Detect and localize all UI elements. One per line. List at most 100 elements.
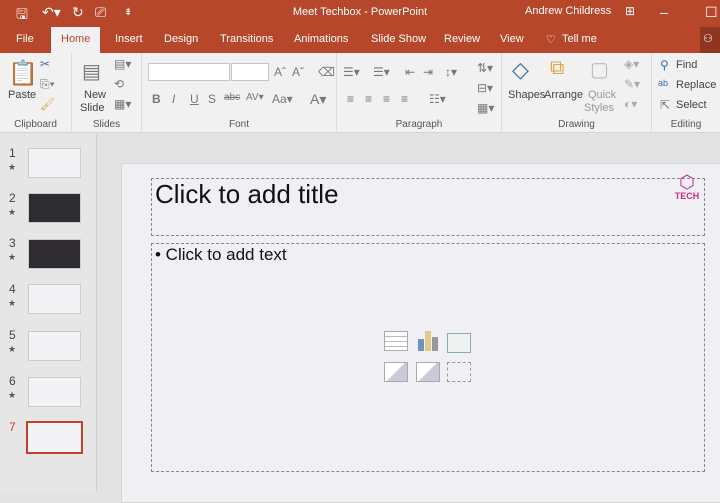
slides-label: Slides bbox=[92, 119, 121, 130]
italic-icon[interactable]: I bbox=[172, 92, 175, 106]
text-direction-icon[interactable]: ⇅▾ bbox=[477, 61, 493, 75]
slide-thumbnail-3[interactable] bbox=[28, 239, 81, 269]
quick-styles-icon[interactable]: ▢ bbox=[590, 57, 609, 82]
reset-icon[interactable]: ⟲ bbox=[114, 77, 124, 91]
title-placeholder[interactable]: Click to add title bbox=[151, 178, 705, 236]
paragraph-label: Paragraph bbox=[395, 119, 443, 130]
share-icon[interactable]: ⚇ bbox=[700, 27, 720, 53]
format-painter-icon[interactable]: 🖌 bbox=[40, 97, 55, 111]
shape-fill-icon[interactable]: ◈▾ bbox=[624, 57, 639, 71]
center-icon[interactable]: ≡ bbox=[365, 92, 372, 106]
change-case-icon[interactable]: Aa▾ bbox=[272, 92, 293, 106]
align-text-icon[interactable]: ⊟▾ bbox=[477, 81, 493, 95]
font-color-icon[interactable]: A▾ bbox=[310, 91, 326, 108]
user-name[interactable]: Andrew Childress bbox=[525, 5, 611, 17]
slide-thumbnail-2[interactable] bbox=[28, 193, 81, 223]
align-left-icon[interactable]: ≡ bbox=[347, 92, 354, 106]
tab-file[interactable]: File bbox=[16, 33, 34, 45]
title-bar: 🖫 ↶▾ ↻ ⎚ ⇟ Meet Techbox - PowerPoint And… bbox=[0, 0, 720, 27]
insert-smartart-icon[interactable] bbox=[447, 333, 471, 353]
underline-icon[interactable]: U bbox=[190, 92, 199, 106]
slide-number: 3 bbox=[9, 236, 16, 250]
find-button[interactable]: Find bbox=[676, 59, 697, 71]
replace-button[interactable]: Replace bbox=[676, 79, 716, 91]
select-icon[interactable]: ⇱ bbox=[660, 98, 670, 112]
replace-icon[interactable]: ab bbox=[658, 78, 668, 88]
title-placeholder-text: Click to add title bbox=[155, 179, 339, 209]
slide-thumbnail-5[interactable] bbox=[28, 331, 81, 361]
tab-design[interactable]: Design bbox=[164, 33, 198, 45]
tab-slide-show[interactable]: Slide Show bbox=[371, 33, 426, 45]
increase-indent-icon[interactable]: ⇥ bbox=[423, 65, 433, 79]
animation-star-icon: ★ bbox=[8, 344, 17, 354]
font-size-select[interactable] bbox=[231, 63, 269, 81]
tab-animations[interactable]: Animations bbox=[294, 33, 348, 45]
tab-transitions[interactable]: Transitions bbox=[220, 33, 273, 45]
shapes-button[interactable]: Shapes bbox=[508, 89, 545, 101]
quick-styles-label-2[interactable]: Styles bbox=[584, 102, 614, 114]
smartart-icon[interactable]: ▦▾ bbox=[477, 101, 494, 115]
grow-font-icon[interactable]: Aˆ bbox=[274, 65, 286, 79]
animation-star-icon: ★ bbox=[8, 162, 17, 172]
insert-table-icon[interactable] bbox=[384, 331, 408, 351]
window-title: Meet Techbox - PowerPoint bbox=[292, 6, 428, 18]
line-spacing-icon[interactable]: ↕▾ bbox=[445, 65, 457, 79]
tab-view[interactable]: View bbox=[500, 33, 524, 45]
columns-icon[interactable]: ☷▾ bbox=[429, 92, 446, 106]
bullets-icon[interactable]: ☰▾ bbox=[343, 65, 360, 79]
shape-effects-icon[interactable]: ◐▾ bbox=[624, 97, 637, 111]
tab-insert[interactable]: Insert bbox=[115, 33, 143, 45]
layout-icon[interactable]: ▤▾ bbox=[114, 57, 131, 71]
align-right-icon[interactable]: ≡ bbox=[383, 92, 390, 106]
font-group: Aˆ Aˇ ⌫ B I U S abc AV▾ Aa▾ A▾ Font bbox=[142, 53, 337, 133]
numbering-icon[interactable]: ☰▾ bbox=[373, 65, 390, 79]
select-button[interactable]: Select bbox=[676, 99, 707, 111]
new-slide-label[interactable]: New bbox=[84, 89, 106, 101]
insert-chart-icon[interactable] bbox=[416, 331, 440, 351]
content-placeholder[interactable]: • Click to add text bbox=[151, 243, 705, 472]
new-slide-label-2[interactable]: Slide bbox=[80, 102, 104, 114]
ribbon-display-options-icon[interactable]: ⊞ bbox=[625, 4, 635, 18]
quick-styles-label[interactable]: Quick bbox=[588, 89, 616, 101]
tech-logo: ⬡ TECH bbox=[672, 173, 702, 201]
shape-outline-icon[interactable]: ✎▾ bbox=[624, 77, 640, 91]
paste-icon[interactable]: 📋 bbox=[8, 59, 38, 88]
arrange-icon[interactable]: ⧉ bbox=[550, 57, 564, 80]
tab-tell-me[interactable]: Tell me bbox=[562, 33, 597, 45]
tab-review[interactable]: Review bbox=[444, 33, 480, 45]
insert-picture-icon[interactable] bbox=[384, 362, 408, 382]
slide-number: 7 bbox=[9, 420, 16, 434]
maximize-icon[interactable]: ☐ bbox=[705, 4, 718, 21]
slide-thumbnail-1[interactable] bbox=[28, 148, 81, 178]
shapes-icon[interactable]: ◇ bbox=[512, 57, 529, 83]
slide-thumbnails-pane[interactable]: 1 ★ 2 ★ 3 ★ 4 ★ 5 ★ 6 ★ 7 bbox=[0, 134, 97, 492]
paste-button[interactable]: Paste bbox=[8, 89, 36, 101]
arrange-button[interactable]: Arrange bbox=[544, 89, 583, 101]
justify-icon[interactable]: ≡ bbox=[401, 92, 408, 106]
clear-formatting-icon[interactable]: ⌫ bbox=[318, 65, 335, 79]
animation-star-icon: ★ bbox=[8, 298, 17, 308]
insert-online-picture-icon[interactable] bbox=[416, 362, 440, 382]
strikethrough-icon[interactable]: abc bbox=[224, 92, 240, 103]
shrink-font-icon[interactable]: Aˇ bbox=[292, 65, 304, 79]
slide-thumbnail-7[interactable] bbox=[26, 421, 83, 454]
slide-thumbnail-6[interactable] bbox=[28, 377, 81, 407]
bold-icon[interactable]: B bbox=[152, 92, 161, 106]
slide-thumbnail-4[interactable] bbox=[28, 284, 81, 314]
tell-me-icon[interactable]: ♡ bbox=[546, 33, 556, 46]
insert-video-icon[interactable] bbox=[447, 362, 471, 382]
find-icon[interactable]: ⚲ bbox=[660, 58, 669, 72]
character-spacing-icon[interactable]: AV▾ bbox=[246, 92, 264, 103]
font-name-select[interactable] bbox=[148, 63, 230, 81]
minimize-icon[interactable]: – bbox=[660, 4, 668, 20]
copy-icon[interactable]: ⎘▾ bbox=[40, 77, 55, 92]
logo-cube-icon: ⬡ bbox=[679, 172, 695, 192]
new-slide-icon[interactable]: ▤ bbox=[82, 59, 101, 84]
decrease-indent-icon[interactable]: ⇤ bbox=[405, 65, 415, 79]
ribbon-tabs: File Home Insert Design Transitions Anim… bbox=[0, 27, 720, 53]
section-icon[interactable]: ▦▾ bbox=[114, 97, 131, 111]
cut-icon[interactable]: ✂ bbox=[40, 57, 50, 71]
logo-text: TECH bbox=[674, 191, 700, 201]
shadow-icon[interactable]: S bbox=[208, 92, 216, 106]
tab-home[interactable]: Home bbox=[51, 27, 101, 53]
